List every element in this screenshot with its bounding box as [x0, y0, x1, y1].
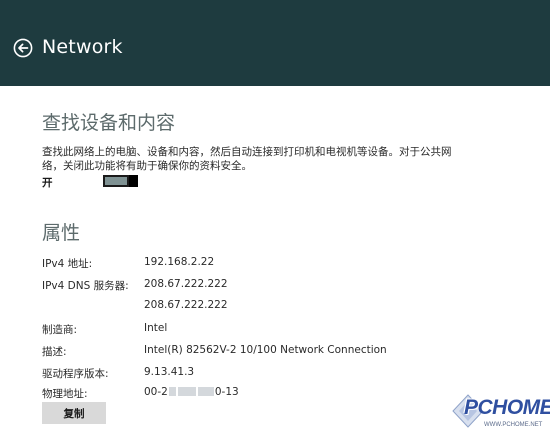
manufacturer-value: Intel	[144, 322, 168, 334]
copy-button[interactable]: 复制	[42, 402, 106, 424]
description-line-2: 络，关闭此功能将有助于确保你的资料安全。	[42, 160, 252, 172]
description-line-1: 查找此网络上的电脑、设备和内容，然后自动连接到打印机和电视机等设备。对于公共网	[42, 146, 452, 158]
ipv4-address-label: IPv4 地址:	[42, 258, 93, 270]
watermark-url: WWW.PCHOME.NET	[484, 422, 543, 428]
dns-server-value-2: 208.67.222.222	[144, 299, 228, 311]
watermark-text: PCHOME	[464, 396, 550, 419]
watermark-logo: PCHOME WWW.PCHOME.NET	[452, 392, 550, 434]
find-devices-title: 查找设备和内容	[42, 112, 176, 134]
dns-server-label: IPv4 DNS 服务器:	[42, 280, 129, 292]
redaction-mask	[168, 387, 176, 396]
header-bar: Network	[0, 0, 550, 86]
toggle-fill	[105, 177, 127, 185]
page-title: Network	[42, 36, 123, 58]
driver-version-value: 9.13.41.3	[144, 366, 195, 378]
find-devices-description: 查找此网络上的电脑、设备和内容，然后自动连接到打印机和电视机等设备。对于公共网 …	[42, 145, 462, 173]
physical-address-value: 00-2 0-13	[144, 386, 239, 398]
ipv4-address-value: 192.168.2.22	[144, 256, 215, 268]
mac-suffix: 0-13	[214, 386, 239, 398]
redaction-mask	[177, 387, 196, 396]
driver-version-label: 驱动程序版本:	[42, 368, 109, 380]
dns-server-value-1: 208.67.222.222	[144, 278, 228, 290]
physical-address-label: 物理地址:	[42, 388, 88, 400]
redaction-mask	[197, 387, 214, 396]
description-value: Intel(R) 82562V-2 10/100 Network Connect…	[144, 344, 387, 356]
mac-prefix: 00-2	[144, 386, 168, 398]
description-label: 描述:	[42, 346, 67, 358]
toggle-state-label: 开	[42, 177, 53, 189]
find-devices-toggle[interactable]	[103, 175, 138, 187]
properties-title: 属性	[42, 222, 81, 244]
manufacturer-label: 制造商:	[42, 324, 78, 336]
toggle-thumb[interactable]	[129, 175, 138, 187]
back-arrow-circle-icon[interactable]	[13, 38, 33, 58]
